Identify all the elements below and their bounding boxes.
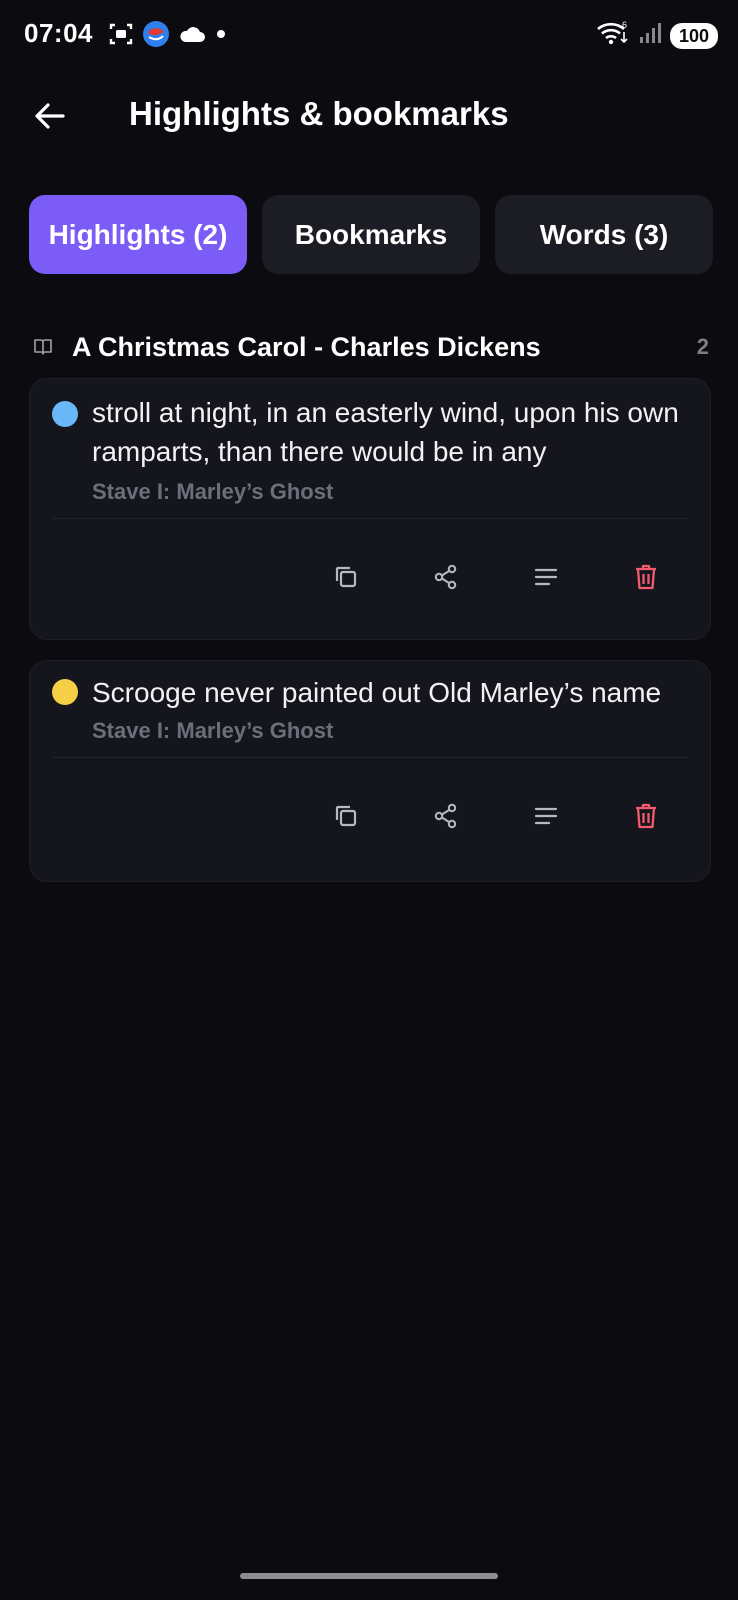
home-indicator[interactable]: [240, 1573, 498, 1579]
copy-icon: [335, 805, 357, 827]
highlight-chapter: Stave I: Marley’s Ghost: [92, 479, 334, 504]
highlight-text: stroll at night, in an easterly wind, up…: [92, 397, 679, 467]
delete-button[interactable]: [622, 792, 670, 840]
copy-button[interactable]: [322, 553, 370, 601]
share-icon: [434, 564, 457, 590]
book-group-header[interactable]: A Christmas Carol - Charles Dickens 2: [33, 325, 709, 369]
status-bar: 07:04 6 100: [0, 0, 738, 70]
copy-icon: [335, 566, 357, 588]
tab-bar: Highlights (2) Bookmarks Words (3): [29, 195, 713, 274]
back-button[interactable]: [26, 92, 74, 140]
tab-highlights[interactable]: Highlights (2): [29, 195, 247, 274]
highlight-chapter: Stave I: Marley’s Ghost: [92, 718, 334, 743]
book-open-icon: [34, 339, 52, 355]
copy-button[interactable]: [322, 792, 370, 840]
page-title: Highlights & bookmarks: [129, 95, 509, 132]
app-icon: [142, 20, 170, 53]
tab-words[interactable]: Words (3): [495, 195, 713, 274]
highlight-color-dot: [52, 401, 78, 427]
divider: [52, 518, 688, 519]
notes-button[interactable]: [522, 553, 570, 601]
notes-icon: [534, 568, 558, 586]
status-icons-right: 6 100: [596, 20, 718, 51]
book-highlight-count: 2: [696, 334, 709, 359]
status-time: 07:04: [24, 18, 93, 48]
highlight-color-dot: [52, 679, 78, 705]
divider: [52, 757, 688, 758]
notes-icon: [534, 807, 558, 825]
tab-bookmarks[interactable]: Bookmarks: [262, 195, 480, 274]
delete-button[interactable]: [622, 553, 670, 601]
book-title: A Christmas Carol - Charles Dickens: [72, 331, 541, 362]
wifi-icon: 6: [596, 20, 630, 51]
highlight-actions: [322, 553, 670, 601]
status-icons-left: [108, 20, 228, 53]
delete-icon: [636, 564, 656, 590]
highlight-card[interactable]: stroll at night, in an easterly wind, up…: [29, 378, 711, 640]
screenshot-icon: [108, 21, 134, 52]
signal-icon: [638, 21, 662, 50]
dot-icon: [214, 27, 228, 46]
share-button[interactable]: [422, 792, 470, 840]
share-button[interactable]: [422, 553, 470, 601]
notes-button[interactable]: [522, 792, 570, 840]
highlight-text: Scrooge never painted out Old Marley’s n…: [92, 677, 662, 708]
arrow-left-icon: [35, 103, 65, 129]
highlight-actions: [322, 792, 670, 840]
highlight-card[interactable]: Scrooge never painted out Old Marley’s n…: [29, 660, 711, 882]
svg-text:6: 6: [622, 20, 627, 30]
share-icon: [434, 803, 457, 829]
battery-icon: 100: [669, 22, 718, 49]
screen: 07:04 6 100 Highlights & bookmarks Highl…: [0, 0, 738, 1600]
delete-icon: [636, 803, 656, 829]
cloud-icon: [178, 24, 206, 49]
